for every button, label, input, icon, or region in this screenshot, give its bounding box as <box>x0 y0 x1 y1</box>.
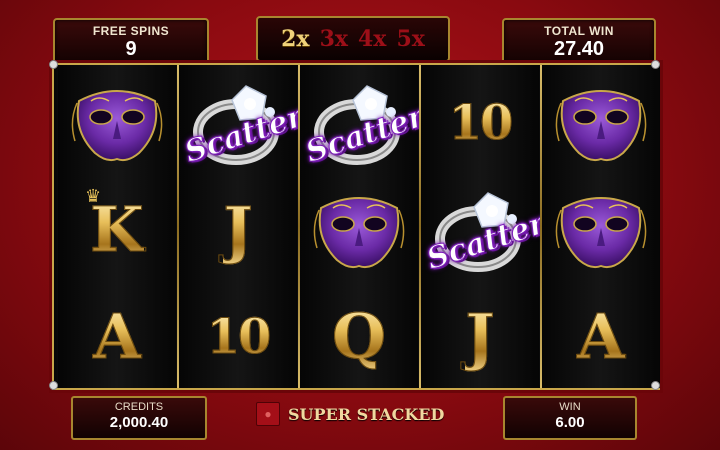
scatter-symbol: Scatter <box>179 69 308 176</box>
win-panel: WIN 6.00 <box>503 396 637 440</box>
free-spins-value: 9 <box>125 38 137 60</box>
ace-symbol: A <box>58 283 176 390</box>
mask-symbol <box>300 176 418 283</box>
jack-symbol: J <box>179 176 297 283</box>
ten-symbol: 10 <box>421 69 539 176</box>
total-win-value: 27.40 <box>553 38 605 60</box>
reel-2: Scatter J 10 <box>179 65 308 390</box>
ten-card-symbol: 10 <box>206 308 272 365</box>
win-value: 6.00 <box>555 414 585 431</box>
win-label: WIN <box>559 401 581 413</box>
king-symbol: K ♛ <box>58 176 176 283</box>
multiplier-5x: 5x <box>396 26 425 52</box>
queen-card-symbol: Q <box>331 300 386 374</box>
free-spins-label: FREE SPINS <box>92 24 170 38</box>
multiplier-4x: 4x <box>358 26 387 52</box>
credits-label: CREDITS <box>114 401 164 413</box>
reel-1: K ♛ A <box>58 65 176 388</box>
frame-rivet <box>49 60 58 69</box>
ten-card-symbol: 10 <box>448 94 514 151</box>
total-win-label: TOTAL WIN <box>544 24 614 38</box>
ace-symbol: A <box>542 283 660 390</box>
free-spins-panel: FREE SPINS 9 <box>53 18 209 66</box>
multiplier-track: 2x 3x 4x 5x <box>256 16 450 62</box>
credits-panel: CREDITS 2,000.40 <box>71 396 207 440</box>
ten-symbol: 10 <box>179 283 297 390</box>
mask-symbol <box>58 69 176 176</box>
multiplier-2x: 2x <box>281 26 310 52</box>
mask-symbol <box>542 176 660 283</box>
ace-card-symbol: A <box>92 300 142 374</box>
jack-card-symbol: J <box>223 193 253 267</box>
total-win-panel: TOTAL WIN 27.40 <box>502 18 656 66</box>
reel-grid[interactable]: K ♛ A Scatter J 10 Scatter Q 10 Scatter … <box>49 60 660 390</box>
queen-symbol: Q <box>300 283 418 390</box>
super-stacked-icon: ● <box>256 402 280 426</box>
multiplier-3x: 3x <box>319 26 348 52</box>
ace-card-symbol: A <box>576 300 626 374</box>
jack-symbol: J <box>421 283 539 390</box>
mask-symbol <box>542 69 660 176</box>
reel-5: A <box>542 65 660 388</box>
reel-3: Scatter Q <box>300 65 429 390</box>
frame-rivet <box>651 60 660 69</box>
reel-4: 10 Scatter J <box>421 65 550 390</box>
super-stacked-label: SUPER STACKED <box>288 404 445 424</box>
frame-rivet <box>49 381 58 390</box>
scatter-symbol: Scatter <box>300 69 429 176</box>
scatter-symbol: Scatter <box>421 176 550 283</box>
super-stacked-indicator: ● SUPER STACKED <box>256 402 444 426</box>
jack-card-symbol: J <box>465 300 495 374</box>
crown-icon: ♛ <box>85 186 102 206</box>
frame-rivet <box>651 381 660 390</box>
credits-value: 2,000.40 <box>109 414 169 431</box>
